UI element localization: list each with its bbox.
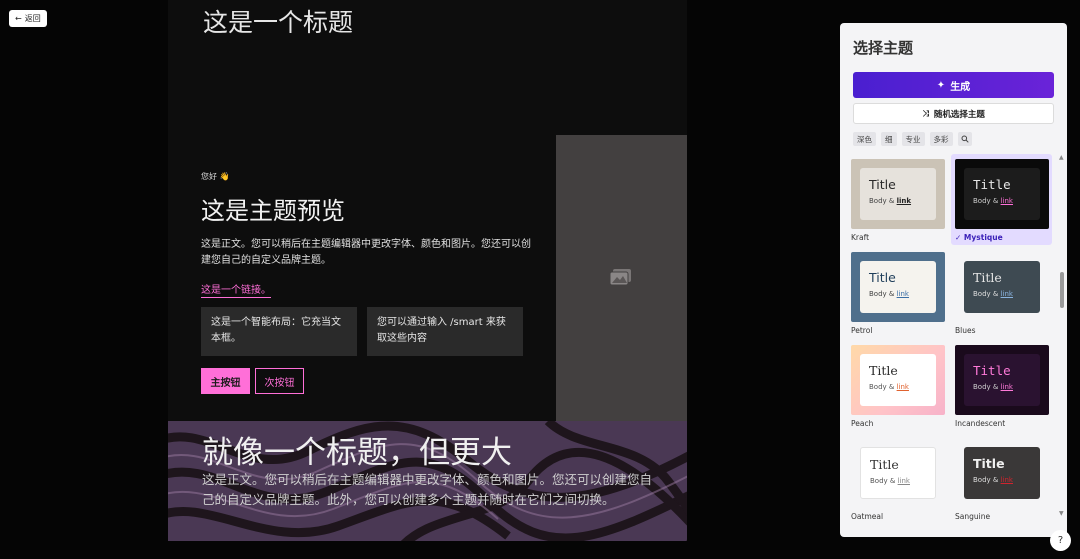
- help-button[interactable]: ?: [1050, 530, 1071, 551]
- tag-thin[interactable]: 细: [881, 132, 897, 146]
- theme-thumb: Title Body & link: [955, 252, 1049, 322]
- generate-button[interactable]: ✦ 生成: [853, 72, 1054, 98]
- theme-title: Title: [973, 177, 1011, 192]
- theme-inner: Title Body & link: [860, 168, 936, 220]
- theme-preview: 这是一个标题 您好 👋 这是主题预览 这是正文。您可以稍后在主题编辑器中更改字体…: [168, 0, 687, 541]
- theme-body-text: Body &: [973, 290, 999, 298]
- theme-name: Kraft: [851, 233, 870, 242]
- arrow-left-icon: ←: [15, 14, 22, 23]
- image-placeholder: [556, 135, 687, 421]
- theme-body: Body & link: [869, 197, 936, 205]
- theme-thumb: Title Body & link: [851, 159, 945, 229]
- theme-title: Title: [869, 177, 896, 192]
- theme-name-selected: ✓ Mystique: [955, 233, 1003, 242]
- theme-thumb: Title Body & link: [851, 345, 945, 415]
- scroll-down-icon[interactable]: ▼: [1059, 510, 1064, 517]
- theme-inner: Title Body & link: [860, 354, 936, 406]
- theme-body: Body & link: [870, 477, 935, 485]
- theme-body-text: Body &: [870, 477, 896, 485]
- back-button-label: 返回: [24, 14, 41, 23]
- swirl-background-section: 就像一个标题，但更大 这是正文。您可以稍后在主题编辑器中更改字体、颜色和图片。您…: [168, 421, 687, 541]
- scroll-up-icon[interactable]: ▲: [1059, 154, 1064, 161]
- theme-inner: Title Body & link: [964, 354, 1040, 406]
- theme-inner: Title Body & link: [964, 261, 1040, 313]
- smart-layout-box-2: 您可以通过输入 /smart 来获取这些内容: [367, 307, 523, 356]
- image-icon: [609, 269, 631, 286]
- theme-body-text: Body &: [869, 383, 895, 391]
- theme-inner: Title Body & link: [964, 447, 1040, 499]
- theme-filter-tags: 深色 细 专业 多彩: [853, 132, 972, 146]
- random-theme-label: 随机选择主题: [933, 109, 985, 120]
- theme-title: Title: [869, 363, 898, 378]
- theme-thumb: Title Body & link: [955, 159, 1049, 229]
- theme-name: Mystique: [963, 233, 1003, 242]
- large-heading: 就像一个标题，但更大: [202, 435, 512, 471]
- theme-link: link: [1000, 290, 1013, 298]
- greeting-text: 您好 👋: [201, 172, 230, 181]
- theme-name: Oatmeal: [851, 512, 884, 521]
- tag-colorful[interactable]: 多彩: [929, 132, 953, 146]
- theme-title: Title: [973, 456, 1005, 471]
- theme-body-text: Body &: [869, 290, 895, 298]
- theme-link: link: [1000, 197, 1013, 205]
- primary-button[interactable]: 主按钮: [201, 368, 250, 394]
- theme-inner: Title Body & link: [964, 168, 1040, 220]
- theme-title: Title: [973, 270, 1002, 285]
- theme-thumb: Title Body & link: [955, 438, 1049, 508]
- preview-title: 这是主题预览: [201, 197, 345, 225]
- theme-title: Title: [869, 270, 896, 285]
- large-body-text: 这是正文。您可以稍后在主题编辑器中更改字体、颜色和图片。您还可以创建您自己的自定…: [202, 472, 653, 507]
- theme-body-text: Body &: [973, 476, 999, 484]
- panel-title: 选择主题: [853, 39, 914, 57]
- theme-link: link: [897, 477, 910, 485]
- preview-top-heading: 这是一个标题: [203, 8, 354, 37]
- theme-name: Sanguine: [955, 512, 991, 521]
- smart-layout-box-1: 这是一个智能布局：它充当文本框。: [201, 307, 357, 356]
- theme-link: link: [1000, 476, 1013, 484]
- theme-inner: Title Body & link: [860, 447, 936, 499]
- tag-professional[interactable]: 专业: [901, 132, 925, 146]
- preview-link[interactable]: 这是一个链接。: [201, 281, 271, 298]
- theme-body: Body & link: [869, 290, 936, 298]
- theme-list: Title Body & link Kraft Title Body & lin…: [840, 154, 1067, 537]
- preview-body: 这是正文。您可以稍后在主题编辑器中更改字体、颜色和图片。您还可以创建您自己的自定…: [201, 239, 531, 266]
- scrollbar-thumb[interactable]: [1060, 272, 1064, 308]
- theme-name: Blues: [955, 326, 976, 335]
- back-button[interactable]: ← 返回: [9, 10, 47, 27]
- theme-thumb: Title Body & link: [851, 252, 945, 322]
- search-icon[interactable]: [957, 132, 972, 146]
- theme-body: Body & link: [973, 290, 1040, 298]
- theme-name: Petrol: [851, 326, 873, 335]
- generate-button-label: 生成: [950, 81, 971, 93]
- theme-link: link: [896, 290, 909, 298]
- theme-title: Title: [870, 457, 899, 472]
- theme-body-text: Body &: [973, 197, 999, 205]
- theme-name: Peach: [851, 419, 874, 428]
- tag-dark[interactable]: 深色: [853, 132, 876, 146]
- check-icon: ✓: [955, 233, 962, 242]
- theme-body: Body & link: [973, 476, 1040, 484]
- theme-title: Title: [973, 363, 1011, 378]
- random-theme-button[interactable]: ⤨ 随机选择主题: [853, 103, 1054, 124]
- theme-body-text: Body &: [869, 197, 895, 205]
- theme-body-text: Body &: [973, 383, 999, 391]
- secondary-button[interactable]: 次按钮: [255, 368, 304, 394]
- sparkle-icon: ✦: [936, 79, 946, 91]
- theme-link: link: [1000, 383, 1013, 391]
- theme-thumb: Title Body & link: [851, 438, 945, 508]
- theme-body: Body & link: [973, 383, 1040, 391]
- theme-list-scrollbar[interactable]: ▲ ▼: [1059, 154, 1065, 524]
- shuffle-icon: ⤨: [922, 108, 929, 119]
- theme-selector-panel: 选择主题 ✦ 生成 ⤨ 随机选择主题 深色 细 专业 多彩 Title Body…: [840, 23, 1067, 537]
- theme-link: link: [896, 197, 912, 205]
- theme-body: Body & link: [973, 197, 1040, 205]
- theme-name: Incandescent: [955, 419, 1006, 428]
- theme-thumb: Title Body & link: [955, 345, 1049, 415]
- theme-inner: Title Body & link: [860, 261, 936, 313]
- theme-body: Body & link: [869, 383, 936, 391]
- theme-link: link: [896, 383, 909, 391]
